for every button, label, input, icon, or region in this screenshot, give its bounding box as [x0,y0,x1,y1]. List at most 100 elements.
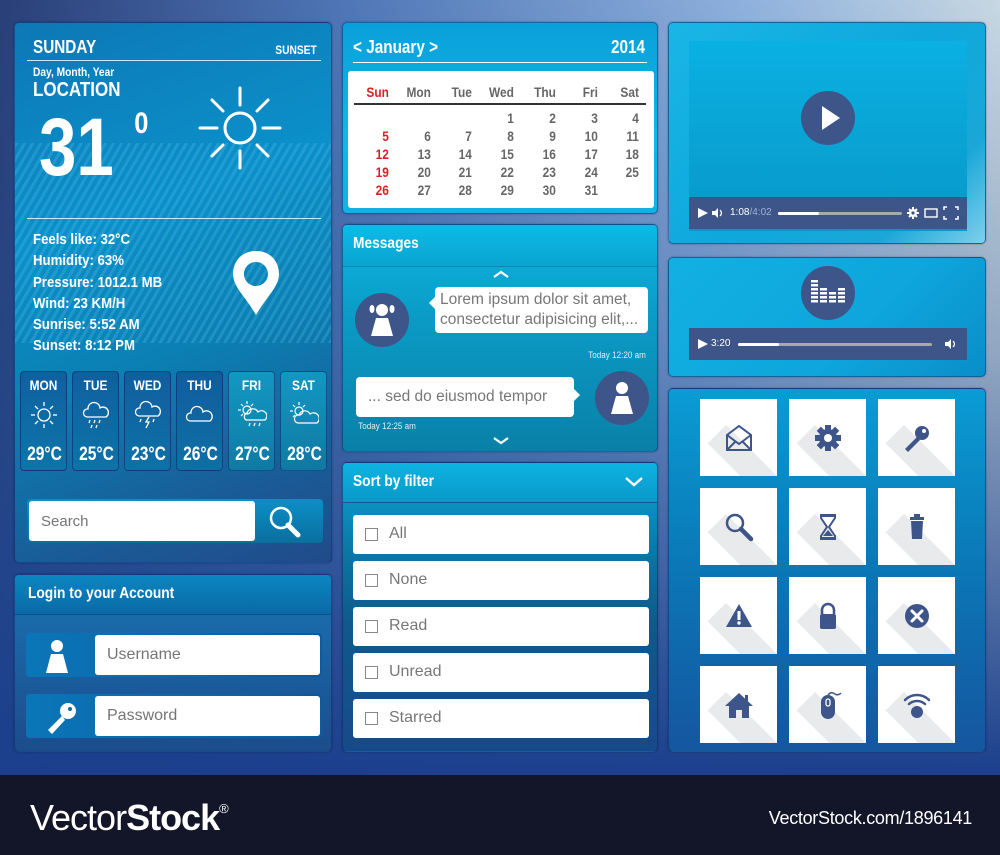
audio-player: 3:20 [668,257,986,377]
footer-bar: VectorStock® VectorStock.com/1896141 [0,775,1000,855]
mouse-icon [821,691,842,719]
calendar-day[interactable]: 12 [360,146,395,162]
calendar-day[interactable]: 6 [402,128,437,144]
male-user-icon [611,382,633,414]
scroll-down-chevron-icon[interactable] [493,437,509,445]
home-tile[interactable] [700,666,777,743]
video-screen[interactable]: 1:08/4:02 [689,41,967,231]
calendar-day[interactable]: 11 [611,128,646,144]
calendar-day[interactable]: 26 [360,182,395,198]
calendar-day[interactable]: 17 [569,146,604,162]
icon-grid-panel [668,388,986,752]
theater-mode-icon[interactable] [924,208,938,218]
calendar-day[interactable]: 5 [360,128,395,144]
calendar-day[interactable]: 9 [527,128,562,144]
messages-header: Messages [343,225,657,267]
lock-icon [820,602,836,629]
checkbox[interactable] [365,620,378,633]
calendar-day[interactable]: 14 [444,146,479,162]
calendar-day[interactable]: 23 [527,164,562,180]
video-progress-bar[interactable] [778,212,902,215]
play-icon[interactable] [698,339,708,349]
mouse-tile[interactable] [789,666,866,743]
image-url: VectorStock.com/1896141 [768,808,973,828]
calendar-day[interactable]: 1 [485,110,520,126]
calendar-day[interactable]: 10 [569,128,604,144]
calendar-day[interactable]: 15 [485,146,520,162]
checkbox[interactable] [365,712,378,725]
volume-icon[interactable] [945,339,957,349]
year-label: 2014 [610,37,645,57]
calendar-day[interactable]: 27 [402,182,437,198]
big-play-button[interactable] [801,91,855,145]
password-input[interactable] [95,696,320,736]
avatar-male [595,371,649,425]
wifi-tile[interactable] [878,666,955,743]
play-icon[interactable] [698,208,708,218]
calendar-day[interactable]: 24 [569,164,604,180]
calendar-day[interactable]: 16 [527,146,562,162]
forecast-temp: 25°C [79,444,114,465]
calendar-day[interactable]: 3 [569,110,604,126]
search-input[interactable] [29,501,255,541]
checkbox[interactable] [365,666,378,679]
warning-tile[interactable] [700,577,777,654]
calendar-day[interactable]: 4 [611,110,646,126]
calendar-day[interactable]: 30 [527,182,562,198]
filter-option-unread[interactable]: Unread [353,653,649,692]
scroll-up-chevron-icon[interactable] [493,270,509,278]
filter-option-none[interactable]: None [353,561,649,600]
filter-widget: Sort by filter All None Read Unread Starred [342,462,658,752]
calendar-day[interactable]: 13 [402,146,437,162]
username-input[interactable] [95,635,320,675]
next-month-button[interactable]: > [429,37,438,57]
weekday-label: Sun [366,84,389,100]
search-button[interactable] [267,505,303,539]
calendar-day[interactable]: 31 [569,182,604,198]
search-tile[interactable] [700,488,777,565]
calendar-day[interactable]: 19 [360,164,395,180]
weekday-label: Thu [533,84,556,100]
calendar-grid: Sun Mon Tue Wed Thu Fri Sat 1 2 3 4 5 6 7 8 9 10 11 12 13 14… [348,71,654,208]
trash-tile[interactable] [878,488,955,565]
partly-cloudy-icon [290,402,319,424]
filter-option-all[interactable]: All [353,515,649,554]
gear-tile[interactable] [789,399,866,476]
sunset-label: SUNSET [275,43,317,57]
envelope-open-icon [726,424,752,451]
calendar-day[interactable]: 21 [444,164,479,180]
lock-tile[interactable] [789,577,866,654]
filter-option-starred[interactable]: Starred [353,699,649,738]
calendar-widget: < January > 2014 Sun Mon Tue Wed Thu Fri Sat 1 2… [342,22,658,214]
close-circle-tile[interactable] [878,577,955,654]
calendar-day[interactable]: 29 [485,182,520,198]
fullscreen-icon[interactable] [943,206,959,220]
calendar-day[interactable]: 18 [611,146,646,162]
volume-icon[interactable] [712,208,724,218]
home-icon [725,693,753,718]
calendar-day[interactable]: 8 [485,128,520,144]
calendar-day[interactable]: 7 [444,128,479,144]
warning-icon [726,604,752,627]
prev-month-button[interactable]: < [353,37,362,57]
filter-dropdown-header[interactable]: Sort by filter [343,463,657,503]
audio-progress-bar[interactable] [738,343,932,346]
calendar-week-row: 26 27 28 29 30 31 [354,181,646,199]
hourglass-tile[interactable] [789,488,866,565]
login-title: Login to your Account [28,585,175,602]
calendar-day[interactable]: 28 [444,182,479,198]
calendar-day[interactable]: 25 [611,164,646,180]
forecast-temp: 28°C [287,444,322,465]
filter-option-read[interactable]: Read [353,607,649,646]
calendar-day[interactable]: 2 [527,110,562,126]
chevron-down-icon[interactable] [625,477,643,487]
checkbox[interactable] [365,574,378,587]
settings-gear-icon[interactable] [907,207,919,219]
forecast-temp: 29°C [27,444,62,465]
username-row [26,633,322,677]
calendar-day[interactable]: 22 [485,164,520,180]
calendar-day[interactable]: 20 [402,164,437,180]
envelope-open-tile[interactable] [700,399,777,476]
checkbox[interactable] [365,528,378,541]
key-tile[interactable] [878,399,955,476]
